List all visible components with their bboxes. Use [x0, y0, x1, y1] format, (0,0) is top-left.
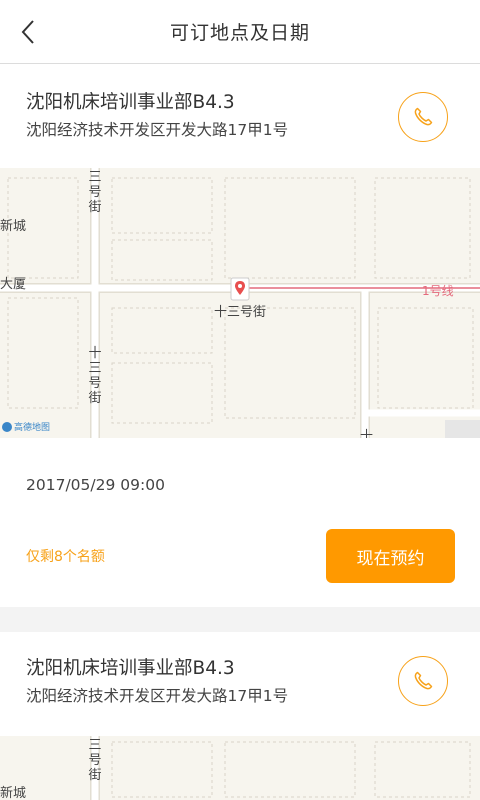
map-pin-icon	[230, 277, 250, 301]
location-card: 沈阳机床培训事业部B4.3 沈阳经济技术开发区开发大路17甲1号 新城 大厦 三…	[0, 64, 480, 607]
location-info: 沈阳机床培训事业部B4.3 沈阳经济技术开发区开发大路17甲1号	[0, 64, 480, 168]
phone-icon	[414, 107, 433, 126]
book-now-button[interactable]: 现在预约	[326, 529, 455, 583]
page-title: 可订地点及日期	[169, 22, 310, 44]
phone-icon	[414, 671, 433, 690]
map-roads	[90, 736, 471, 800]
top-bar: 可订地点及日期	[0, 0, 480, 64]
map-label-poi: 十三号街	[214, 305, 267, 320]
session-datetime: 2017/05/29 09:00	[26, 476, 165, 494]
map-label-road-vertical: 三号街	[88, 170, 102, 215]
map-label-road-vertical: 三号街	[88, 738, 102, 783]
map-label-district: 新城	[0, 219, 27, 234]
map-label-district: 新城	[0, 786, 27, 800]
call-button[interactable]	[398, 656, 448, 706]
location-card: 沈阳机床培训事业部B4.3 沈阳经济技术开发区开发大路17甲1号 三号街 新城	[0, 632, 480, 800]
session-date-row: 2017/05/29 09:00	[0, 438, 480, 528]
map-provider-logo: 高德地图	[2, 420, 50, 433]
map-label-road-vertical-lower: 十三号街	[88, 346, 102, 406]
location-map[interactable]: 新城 大厦 三号街 十三号街 十三号街 1号线 十 高德地图	[0, 168, 480, 438]
remaining-quota: 仅剩8个名额	[26, 549, 105, 565]
chevron-left-icon	[21, 20, 34, 44]
map-logo-icon	[2, 421, 12, 432]
location-map[interactable]: 三号街 新城	[0, 736, 480, 800]
map-label-building: 大厦	[0, 277, 27, 292]
call-button[interactable]	[398, 92, 448, 142]
map-logo-text: 高德地图	[14, 423, 51, 433]
location-info: 沈阳机床培训事业部B4.3 沈阳经济技术开发区开发大路17甲1号	[0, 632, 480, 736]
map-label-partial: 十	[360, 429, 374, 438]
map-label-metro: 1号线	[422, 284, 454, 298]
back-button[interactable]	[10, 14, 46, 50]
